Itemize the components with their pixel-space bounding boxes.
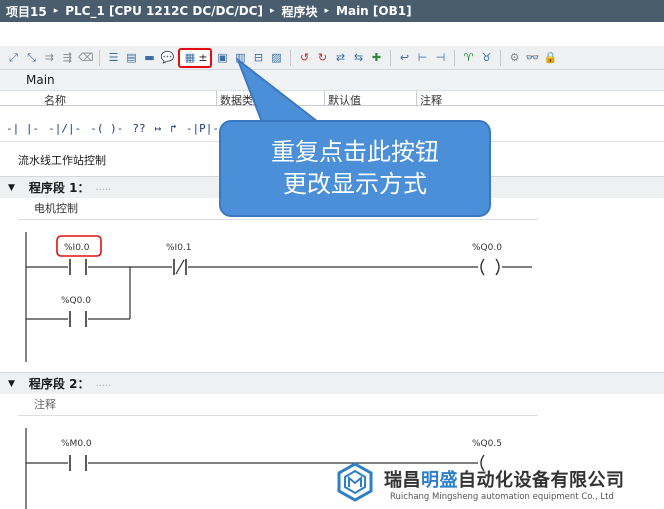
company-name-cn: 瑞昌明盛自动化设备有限公司 <box>384 466 625 492</box>
coil-q0-0[interactable]: %Q0.0 <box>472 243 502 276</box>
contact-i0-1[interactable]: %I0.1 <box>166 243 192 275</box>
callout-line-1: 重复点击此按钮 <box>271 138 439 166</box>
company-name-en: Ruichang Mingsheng automation equipment … <box>390 492 614 502</box>
company-name-prefix: 瑞昌 <box>384 470 421 491</box>
company-name-suffix: 自动化设备有限公司 <box>458 470 625 491</box>
company-logo-icon <box>337 462 373 502</box>
contact-i0-0[interactable]: %I0.0 <box>56 235 102 275</box>
callout-pointer <box>235 57 321 123</box>
contact-address: %Q0.0 <box>61 296 91 306</box>
annotation-callout: 重复点击此按钮 更改显示方式 <box>219 120 491 217</box>
coil-address: %Q0.0 <box>472 243 502 253</box>
contact-q0-0[interactable]: %Q0.0 <box>61 296 91 327</box>
company-name-highlight: 明盛 <box>421 470 458 491</box>
contact-address: %I0.0 <box>64 243 90 253</box>
ladder-diagram: %I0.0 %I0.1 %Q0.0 %Q0.0 %M0.0 %Q0.5 <box>25 57 532 509</box>
contact-address: %M0.0 <box>61 439 92 449</box>
contact-m0-0[interactable]: %M0.0 <box>61 439 92 471</box>
contact-address: %I0.1 <box>166 243 192 253</box>
callout-line-2: 更改显示方式 <box>283 170 427 198</box>
coil-address: %Q0.5 <box>472 439 502 449</box>
